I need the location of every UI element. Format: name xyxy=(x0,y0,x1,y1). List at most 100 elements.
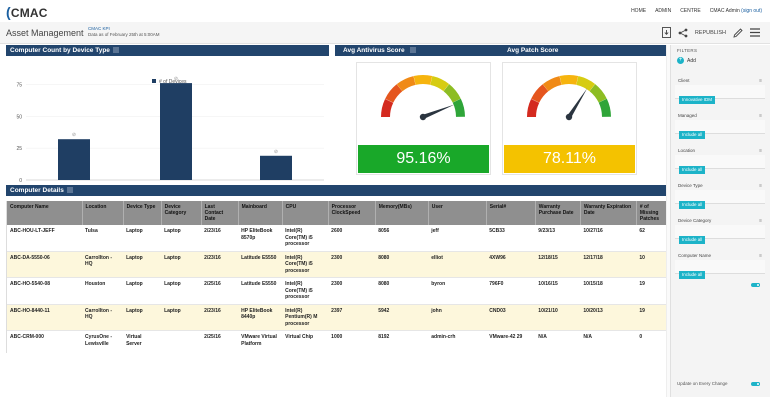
filter-label: Computer Name ≡ xyxy=(678,253,762,259)
column-header[interactable]: Device Type xyxy=(123,201,162,225)
export-icon[interactable] xyxy=(661,27,671,38)
column-header[interactable]: CPU xyxy=(282,201,329,225)
table-cell: Virtual Chip xyxy=(282,330,329,353)
filter-label: Device Category ≡ xyxy=(678,218,762,224)
y-tick-label: 75 xyxy=(16,82,22,88)
cmac-logo[interactable]: (CMAC xyxy=(6,4,48,20)
filter-menu-icon[interactable]: ≡ xyxy=(759,148,762,154)
column-header[interactable]: Mainboard xyxy=(238,201,283,225)
table-cell: 2/23/16 xyxy=(201,251,239,278)
update-on-change-label: Update on Every Change xyxy=(677,381,728,386)
filter-menu-icon[interactable]: ≡ xyxy=(759,78,762,84)
update-on-change-toggle[interactable] xyxy=(751,382,760,386)
column-header[interactable]: # of Missing Patches xyxy=(636,201,666,225)
table-row[interactable]: ABC-CRM-000 CyrusOne - Lewisville Virtual … xyxy=(7,330,666,353)
filter-value-box[interactable]: Include all xyxy=(675,155,765,174)
table-cell: ABC-HO-5540-08 xyxy=(7,277,83,305)
bar xyxy=(160,83,192,180)
edit-pencil-icon[interactable] xyxy=(733,27,743,38)
kpi-title-patch: Avg Patch Score xyxy=(507,47,559,54)
table-cell: ABC-HOU-LT-JEFF xyxy=(7,225,83,252)
table-cell: VMware Virtual Platform xyxy=(238,330,283,353)
table-cell: byron xyxy=(428,277,487,305)
signout-link[interactable]: (sign out) xyxy=(741,8,762,14)
filter-chip[interactable]: Include all xyxy=(679,131,706,139)
filter-label: Location ≡ xyxy=(678,148,762,154)
panel-menu-icon[interactable] xyxy=(66,187,73,193)
filter-value-box[interactable]: Include all xyxy=(675,225,765,244)
filter-menu-icon[interactable]: ≡ xyxy=(759,113,762,119)
republish-button[interactable]: REPUBLISH xyxy=(695,30,726,36)
table-cell: Intel(R) Pentium(R) M processor xyxy=(282,304,329,331)
device-chart-header: Computer Count by Device Type xyxy=(6,45,329,56)
table-cell: john xyxy=(428,304,487,331)
filter-group: Computer Name ≡ Include all xyxy=(675,252,765,279)
table-cell: 2300 xyxy=(328,251,376,278)
column-header[interactable]: Memory(MBs) xyxy=(375,201,429,225)
table-row[interactable]: ABC-DA-5550-06 Carrollton - HQ Laptop Lapto… xyxy=(7,251,666,278)
antivirus-gauge xyxy=(381,75,465,121)
filter-label: Client ≡ xyxy=(678,78,762,84)
filter-chip[interactable]: Include all xyxy=(679,236,706,244)
user-name: CMAC Admin (sign out) xyxy=(709,8,762,14)
column-header[interactable]: Location xyxy=(82,201,124,225)
table-cell: 2/23/16 xyxy=(201,225,239,252)
hamburger-menu-icon[interactable] xyxy=(750,28,760,37)
column-header[interactable]: Device Category xyxy=(161,201,202,225)
top-nav-links: HOME ADMIN CENTRE CMAC Admin (sign out) xyxy=(631,8,762,14)
filter-menu-icon[interactable]: ≡ xyxy=(759,183,762,189)
filter-value-box[interactable]: Innovative IDM xyxy=(675,85,765,104)
table-cell: 62 xyxy=(636,225,666,252)
filter-chip[interactable]: Include all xyxy=(679,201,706,209)
table-cell: Virtual Server xyxy=(123,330,162,353)
nav-centre[interactable]: CENTRE xyxy=(680,8,701,14)
nav-home[interactable]: HOME xyxy=(631,8,646,14)
bar-marker-icon: ⊘ xyxy=(174,76,178,82)
panel-menu-icon[interactable] xyxy=(410,47,416,53)
table-cell: 9/23/13 xyxy=(535,225,581,252)
table-cell: CND03 xyxy=(486,304,536,331)
filter-value-box[interactable]: Include all xyxy=(675,190,765,209)
filter-group: Location ≡ Include all xyxy=(675,147,765,174)
y-tick-label: 0 xyxy=(19,178,22,184)
bar xyxy=(260,155,292,180)
filter-toggle[interactable] xyxy=(751,283,760,287)
filter-menu-icon[interactable]: ≡ xyxy=(759,253,762,259)
filter-chip[interactable]: Include all xyxy=(679,271,706,279)
filter-value-box[interactable]: Include all xyxy=(675,260,765,279)
table-row[interactable]: ABC-HO-5540-08 Houston Laptop Laptop 2/25/16… xyxy=(7,277,666,305)
table-cell: 19 xyxy=(636,304,666,331)
filter-value-box[interactable]: Include all xyxy=(675,120,765,139)
column-header[interactable]: Computer Name xyxy=(7,201,83,225)
column-header[interactable]: Processor ClockSpeed xyxy=(328,201,376,225)
filter-chip[interactable]: Innovative IDM xyxy=(679,96,716,104)
table-row[interactable]: ABC-HOU-LT-JEFF Tulsa Laptop Laptop 2/23/16 H… xyxy=(7,225,666,252)
add-filter-button[interactable]: + Add xyxy=(677,57,696,64)
filter-chip[interactable]: Include all xyxy=(679,166,706,174)
table-body: ABC-HOU-LT-JEFF Tulsa Laptop Laptop 2/23/16 H… xyxy=(7,225,666,353)
column-header[interactable]: Warranty Purchase Date xyxy=(535,201,581,225)
table-cell: Laptop xyxy=(161,304,202,331)
filter-group: Device Type ≡ Include all xyxy=(675,182,765,209)
filter-group: Client ≡ Innovative IDM xyxy=(675,77,765,104)
table-cell: 19 xyxy=(636,277,666,305)
column-header[interactable]: User xyxy=(428,201,487,225)
filter-menu-icon[interactable]: ≡ xyxy=(759,218,762,224)
table-row[interactable]: ABC-HO-8440-11 Carrollton - HQ Laptop Lapto… xyxy=(7,304,666,331)
table-cell: 796F0 xyxy=(486,277,536,305)
nav-admin[interactable]: ADMIN xyxy=(655,8,671,14)
bar-marker-icon: ⊘ xyxy=(274,149,278,155)
share-icon[interactable] xyxy=(678,28,688,38)
filter-label: Device Type ≡ xyxy=(678,183,762,189)
legend-swatch xyxy=(152,79,156,83)
table-cell: HP EliteBook 8570p xyxy=(238,225,283,252)
filters-panel: FILTERS + Add Client ≡ Innovative IDM Manage… xyxy=(670,45,770,397)
table-cell: 2600 xyxy=(328,225,376,252)
column-header[interactable]: Serial# xyxy=(486,201,536,225)
bar xyxy=(58,139,90,180)
table-cell: 10/16/15 xyxy=(535,277,581,305)
column-header[interactable]: Last Contact Date xyxy=(201,201,239,225)
table-cell: N/A xyxy=(580,330,637,353)
panel-menu-icon[interactable] xyxy=(112,47,119,53)
column-header[interactable]: Warranty Expiration Date xyxy=(580,201,637,225)
